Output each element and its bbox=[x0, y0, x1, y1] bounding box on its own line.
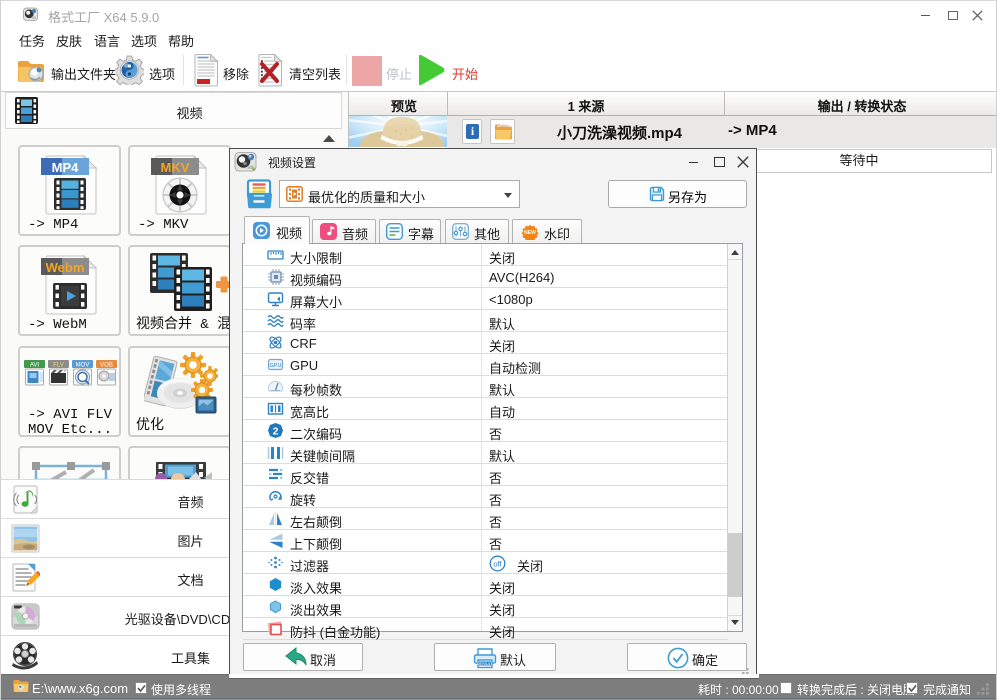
svg-text:DEFAULT: DEFAULT bbox=[477, 662, 492, 666]
svg-text:AVI: AVI bbox=[30, 363, 40, 369]
svg-text:MOV: MOV bbox=[76, 363, 90, 369]
svg-text:MKV: MKV bbox=[161, 160, 190, 175]
svg-text:GPU: GPU bbox=[270, 363, 282, 369]
svg-text:2: 2 bbox=[273, 426, 279, 438]
svg-text:MP4: MP4 bbox=[52, 160, 80, 175]
svg-text:FLV: FLV bbox=[53, 363, 64, 369]
svg-text:NEW: NEW bbox=[524, 230, 536, 236]
svg-text:VOB: VOB bbox=[100, 363, 113, 369]
svg-text:Webm: Webm bbox=[46, 260, 85, 275]
svg-text:off: off bbox=[493, 560, 502, 569]
